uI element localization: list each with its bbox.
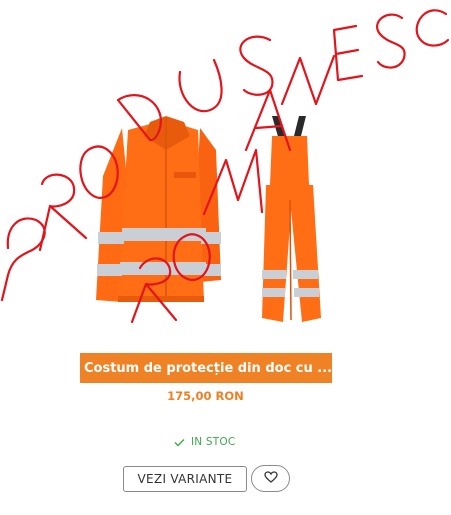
wishlist-button[interactable] bbox=[251, 465, 290, 492]
stock-status: IN STOC bbox=[174, 436, 235, 448]
trousers-graphic bbox=[262, 116, 321, 322]
view-variants-button[interactable]: VEZI VARIANTE bbox=[123, 466, 247, 492]
product-image[interactable] bbox=[0, 0, 451, 350]
checkmark-icon bbox=[174, 438, 185, 447]
product-title-link[interactable]: Costum de protecție din doc cu ... bbox=[80, 353, 332, 383]
jacket-graphic bbox=[96, 116, 221, 302]
heart-icon bbox=[263, 470, 278, 488]
product-price: 175,00 RON bbox=[167, 389, 244, 403]
stock-label: IN STOC bbox=[191, 436, 236, 448]
product-title: Costum de protecție din doc cu ... bbox=[84, 360, 332, 376]
protective-suit-illustration bbox=[96, 116, 321, 322]
product-card: Costum de protecție din doc cu ... 175,0… bbox=[0, 0, 451, 515]
